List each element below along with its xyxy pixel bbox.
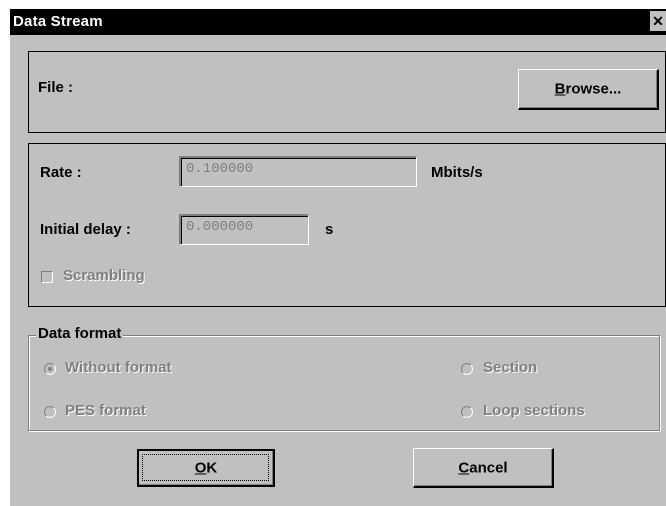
section-label: Section [483,359,538,376]
ok-label-rest: K [206,459,218,477]
scrambling-checkbox[interactable] [41,271,53,283]
title-bar: Data Stream ✕ [10,9,666,35]
initial-delay-label: Initial delay : [40,221,131,238]
file-group: File : Browse... [28,51,666,133]
dialog-body: File : Browse... Rate : 0.100000 Mbits/s… [10,35,666,506]
without-format-label: Without format [65,359,172,376]
close-icon[interactable]: ✕ [650,11,666,31]
browse-accel: B [554,80,566,98]
ok-button[interactable]: OK [137,449,275,487]
cancel-button[interactable]: Cancel [413,448,554,488]
radio-pes-format[interactable] [44,406,56,418]
rate-group: Rate : 0.100000 Mbits/s Initial delay : … [28,143,666,307]
rate-label: Rate : [40,164,82,181]
radio-without-format[interactable] [44,363,56,375]
scrambling-label: Scrambling [63,267,145,284]
ok-accel: O [194,459,207,477]
browse-label-rest: rowse... [565,80,622,98]
window-title: Data Stream [13,13,103,30]
file-label: File : [38,79,74,96]
radio-section[interactable] [461,363,473,375]
initial-delay-input[interactable]: 0.000000 [179,214,309,245]
pes-format-label: PES format [65,402,146,419]
data-format-legend: Data format [36,325,124,342]
browse-button[interactable]: Browse... [518,69,659,110]
cancel-accel: C [458,459,470,476]
rate-unit: Mbits/s [431,164,483,181]
cancel-label-rest: ancel [469,459,508,476]
loop-sections-label: Loop sections [483,402,585,419]
initial-delay-unit: s [325,221,334,238]
radio-loop-sections[interactable] [461,406,473,418]
rate-input[interactable]: 0.100000 [179,156,417,187]
